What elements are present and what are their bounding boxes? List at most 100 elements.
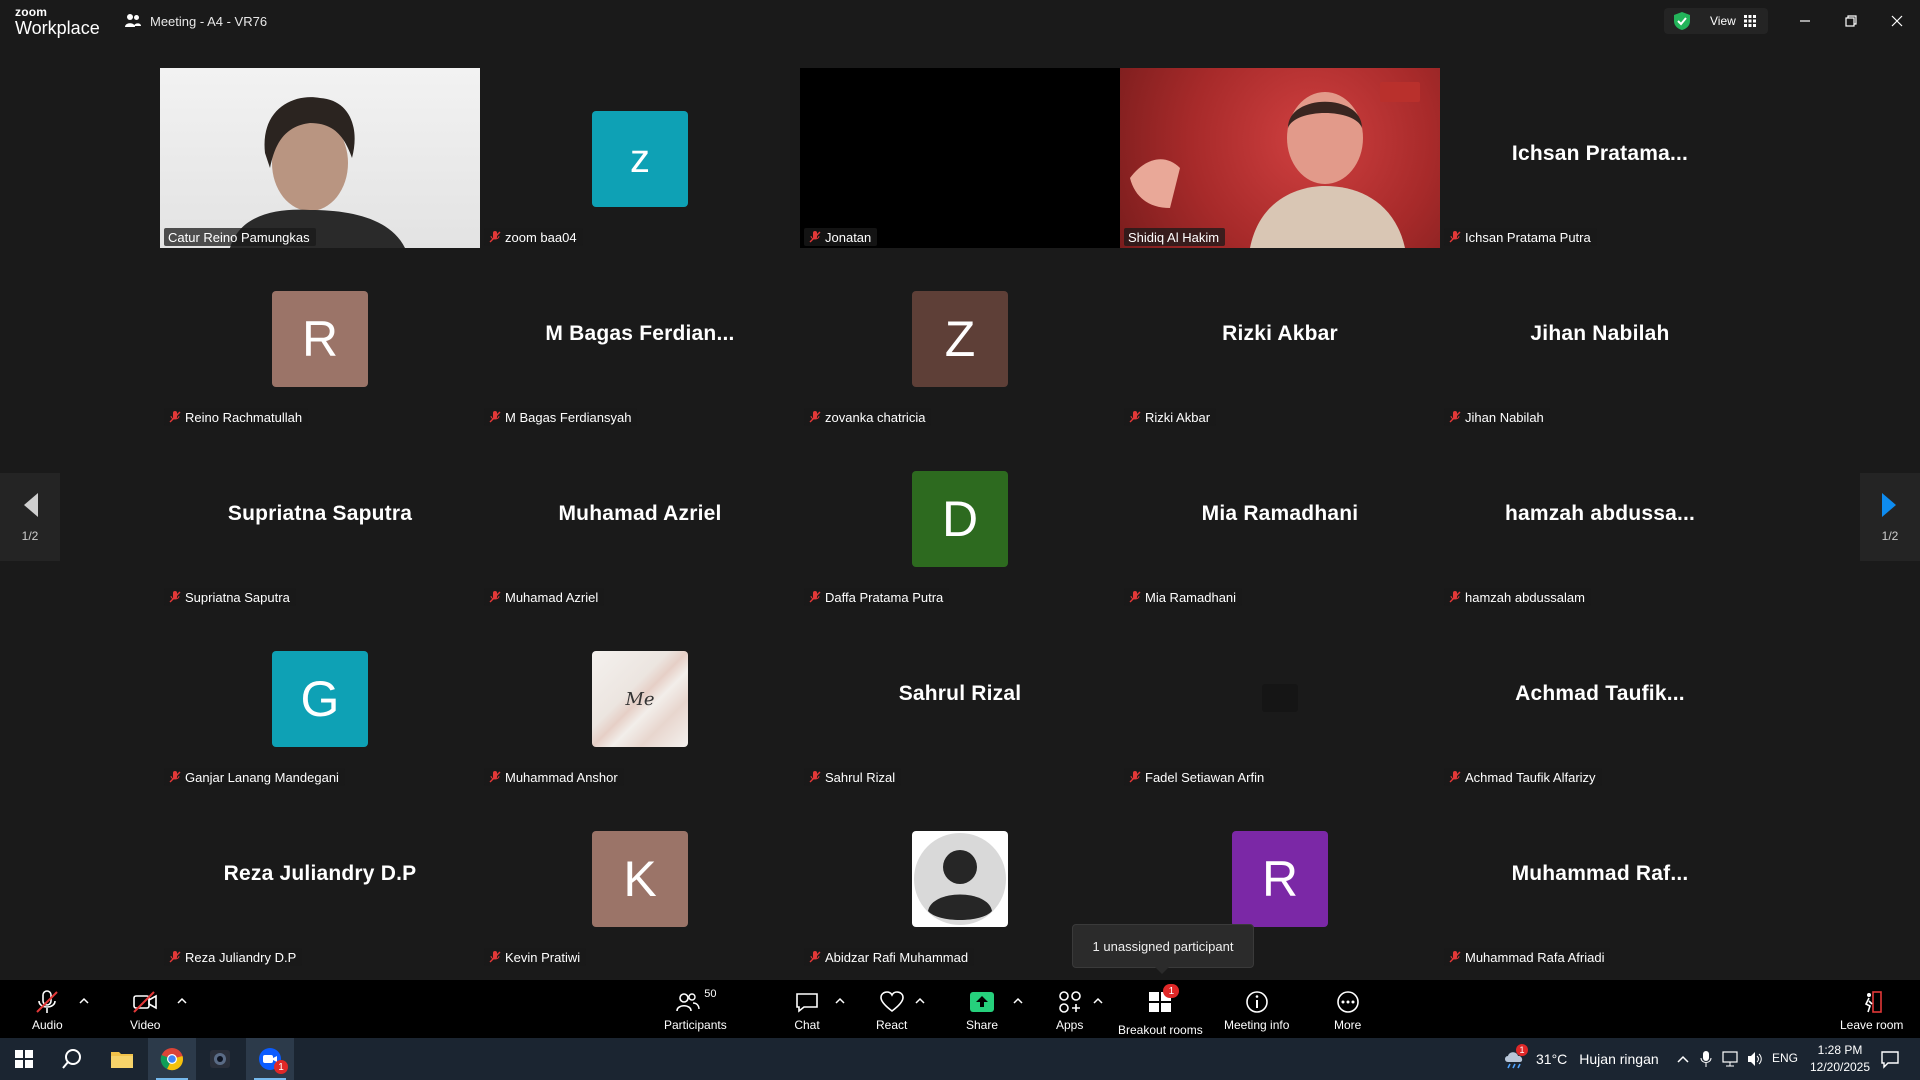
camera-app-taskbar-button[interactable]	[196, 1038, 244, 1080]
clock-date: 12/20/2025	[1809, 1060, 1871, 1074]
language-indicator[interactable]: ENG	[1772, 1051, 1798, 1065]
mic-muted-icon	[1449, 231, 1461, 243]
mic-muted-icon	[809, 771, 821, 783]
participant-tile[interactable]: Achmad Taufik... Achmad Taufik Alfarizy	[1440, 608, 1760, 788]
share-options-caret-icon[interactable]	[1012, 996, 1024, 1006]
next-page-button[interactable]: 1/2	[1860, 473, 1920, 561]
restore-button[interactable]	[1836, 6, 1866, 36]
participants-button[interactable]: 50 Participants	[664, 988, 727, 1032]
more-button[interactable]: More	[1334, 990, 1361, 1032]
mic-muted-icon	[1129, 771, 1141, 783]
view-label: View	[1710, 14, 1736, 28]
participant-tile[interactable]: Z zovanka chatricia	[800, 248, 1120, 428]
participant-tile-active-speaker[interactable]: Shidiq Al Hakim	[1120, 68, 1440, 248]
participants-icon	[676, 993, 700, 1012]
share-label: Share	[966, 1018, 999, 1032]
network-icon[interactable]	[1722, 1050, 1740, 1068]
audio-button[interactable]: Audio	[32, 990, 63, 1032]
apps-button[interactable]: Apps	[1056, 990, 1083, 1032]
meeting-info-button[interactable]: Meeting info	[1224, 990, 1289, 1032]
participant-tile[interactable]: Jonatan	[800, 68, 1120, 248]
participant-tile[interactable]: Me Muhammad Anshor	[480, 608, 800, 788]
windows-logo-icon	[15, 1050, 33, 1068]
participant-tile[interactable]: hamzah abdussa... hamzah abdussalam	[1440, 428, 1760, 608]
participants-icon	[125, 14, 141, 27]
participant-tile[interactable]: D Daffa Pratama Putra	[800, 428, 1120, 608]
mic-muted-icon	[809, 411, 821, 423]
minimize-button[interactable]	[1790, 6, 1820, 36]
file-explorer-button[interactable]	[98, 1038, 146, 1080]
participant-name-tag: Jihan Nabilah	[1444, 408, 1550, 426]
participant-name: Jihan Nabilah	[1465, 409, 1544, 425]
close-button[interactable]	[1882, 6, 1912, 36]
mic-muted-icon	[1129, 591, 1141, 603]
participant-tile[interactable]: G Ganjar Lanang Mandegani	[160, 608, 480, 788]
participant-name: Catur Reino Pamungkas	[168, 229, 310, 245]
clock[interactable]: 1:28 PM 12/20/2025	[1804, 1042, 1876, 1076]
shield-check-icon	[1674, 12, 1690, 30]
logo-big-text: Workplace	[15, 18, 100, 38]
chat-button[interactable]: Chat	[794, 990, 820, 1032]
participants-label: Participants	[664, 1018, 727, 1032]
participant-display-name: Jihan Nabilah	[1530, 322, 1670, 345]
apps-options-caret-icon[interactable]	[1092, 996, 1104, 1006]
participant-name: Achmad Taufik Alfarizy	[1465, 769, 1596, 785]
view-button[interactable]: View	[1664, 8, 1768, 34]
volume-icon[interactable]	[1746, 1050, 1764, 1068]
chat-options-caret-icon[interactable]	[834, 996, 846, 1006]
audio-options-caret-icon[interactable]	[78, 996, 90, 1006]
participant-avatar: G	[272, 651, 368, 747]
participant-display-name: Supriatna Saputra	[227, 502, 413, 525]
chrome-icon	[160, 1048, 183, 1071]
participant-tile[interactable]: Muhamad Azriel Muhamad Azriel	[480, 428, 800, 608]
participant-tile[interactable]: Muhammad Raf... Muhammad Rafa Afriadi	[1440, 788, 1760, 968]
participant-name: Abidzar Rafi Muhammad	[825, 949, 969, 965]
participant-display-name: Sahrul Rizal	[898, 682, 1022, 705]
share-button[interactable]: Share	[966, 990, 998, 1032]
participant-tile[interactable]: Reza Juliandry D.P Reza Juliandry D.P	[160, 788, 480, 968]
participant-display-name: Mia Ramadhani	[1201, 502, 1359, 525]
participant-tile[interactable]: Fadel Setiawan Arfin	[1120, 608, 1440, 788]
participant-name-tag: Catur Reino Pamungkas	[164, 228, 316, 246]
video-options-caret-icon[interactable]	[176, 996, 188, 1006]
zoom-taskbar-button[interactable]: 1	[246, 1038, 294, 1080]
weather-widget[interactable]: 1 31°C Hujan ringan	[1502, 1038, 1659, 1080]
chrome-taskbar-button[interactable]	[148, 1038, 196, 1080]
participant-tile[interactable]: Rizki Akbar Rizki Akbar	[1120, 248, 1440, 428]
react-options-caret-icon[interactable]	[914, 996, 926, 1006]
participant-tile[interactable]: Jihan Nabilah Jihan Nabilah	[1440, 248, 1760, 428]
participant-tile[interactable]: R Reino Rachmatullah	[160, 248, 480, 428]
notification-icon[interactable]	[1880, 1049, 1900, 1069]
person-silhouette	[230, 97, 405, 248]
participant-tile[interactable]: Ichsan Pratama... Ichsan Pratama Putra	[1440, 68, 1760, 248]
search-button[interactable]	[48, 1038, 96, 1080]
leave-room-button[interactable]: Leave room	[1840, 990, 1903, 1032]
tray-chevron-up-icon[interactable]	[1676, 1053, 1690, 1065]
share-screen-icon	[970, 992, 995, 1012]
participant-tile[interactable]: M Bagas Ferdian... M Bagas Ferdiansyah	[480, 248, 800, 428]
participant-tile[interactable]: Supriatna Saputra Supriatna Saputra	[160, 428, 480, 608]
participant-tile[interactable]: Sahrul Rizal Sahrul Rizal	[800, 608, 1120, 788]
participant-avatar-photo: Me	[592, 651, 688, 747]
video-button[interactable]: Video	[130, 990, 160, 1032]
prev-page-button[interactable]: 1/2	[0, 473, 60, 561]
participant-name-tag: zovanka chatricia	[804, 408, 932, 426]
gallery-view: 1/2 1/2 Catur Reino Pamungkas z zoom baa…	[0, 44, 1920, 980]
react-button[interactable]: React	[876, 990, 907, 1032]
clock-time: 1:28 PM	[1817, 1043, 1863, 1057]
participant-tile[interactable]: z zoom baa04	[480, 68, 800, 248]
participant-display-name: Muhammad Raf...	[1511, 862, 1689, 885]
breakout-rooms-label: Breakout rooms	[1118, 1023, 1203, 1037]
breakout-tooltip: 1 unassigned participant	[1072, 924, 1254, 974]
participant-name-tag: Shidiq Al Hakim	[1124, 228, 1226, 246]
participant-tile[interactable]: Mia Ramadhani Mia Ramadhani	[1120, 428, 1440, 608]
start-button[interactable]	[0, 1038, 48, 1080]
weather-temp: 31°C	[1536, 1051, 1568, 1067]
meeting-info-label: Meeting info	[1224, 1018, 1290, 1032]
participant-display-name: Achmad Taufik...	[1515, 682, 1685, 705]
participant-tile[interactable]: Catur Reino Pamungkas	[160, 68, 480, 248]
participant-name: Supriatna Saputra	[185, 589, 290, 605]
breakout-rooms-button[interactable]: 1 Breakout rooms	[1118, 984, 1203, 1037]
microphone-icon[interactable]	[1700, 1050, 1712, 1068]
participant-tile[interactable]: K Kevin Pratiwi	[480, 788, 800, 968]
